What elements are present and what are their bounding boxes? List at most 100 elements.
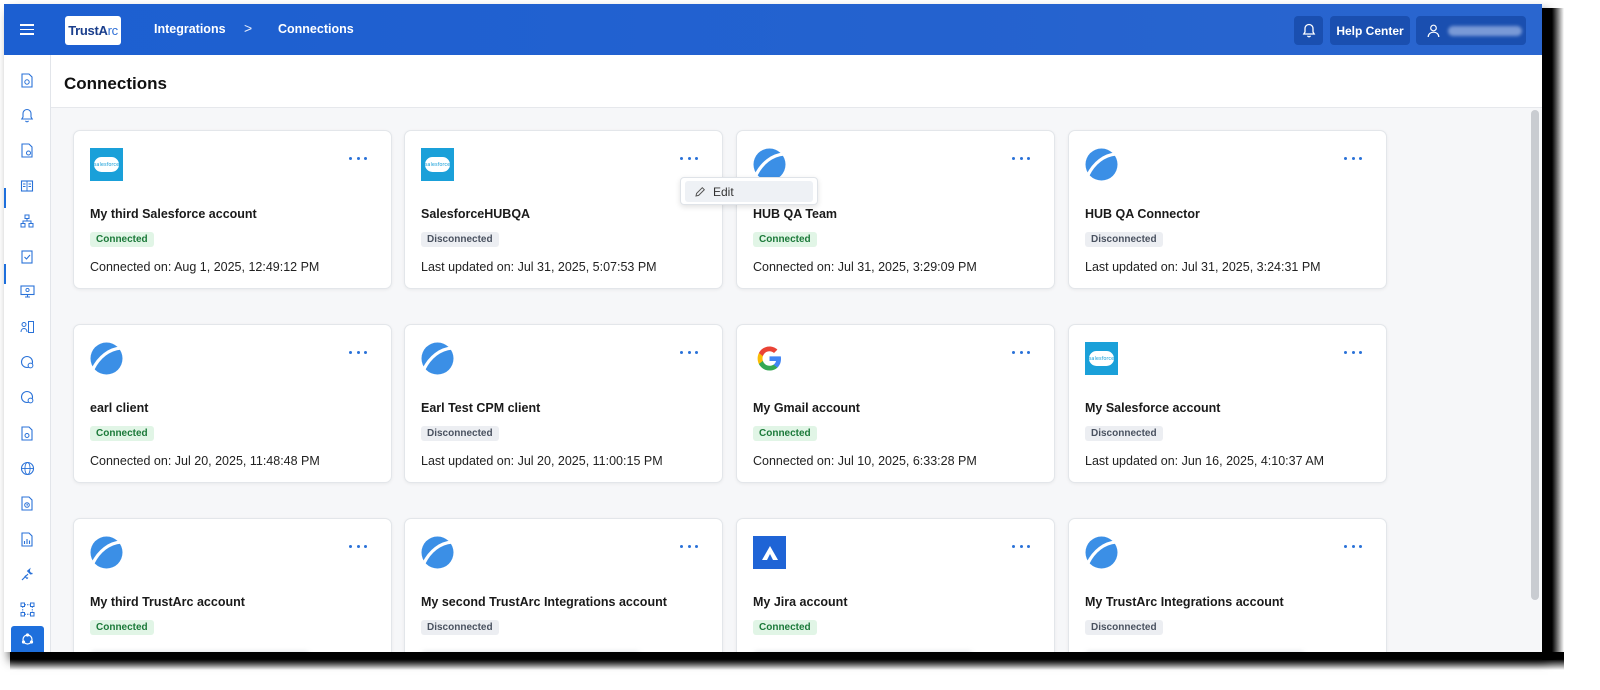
more-options-icon[interactable] xyxy=(680,541,698,551)
connection-name: HUB QA Connector xyxy=(1085,207,1200,221)
connection-name: My third TrustArc account xyxy=(90,595,245,609)
breadcrumb-separator: > xyxy=(244,20,253,36)
window-shadow xyxy=(10,652,1564,670)
more-options-icon[interactable] xyxy=(349,153,367,163)
connection-name: My Jira account xyxy=(753,595,848,609)
connection-logo xyxy=(90,536,123,569)
connection-name: Earl Test CPM client xyxy=(421,401,541,415)
connection-card[interactable]: My second TrustArc Integrations account D… xyxy=(404,518,723,652)
trustarc-logo-icon xyxy=(421,536,454,569)
status-badge: Disconnected xyxy=(1085,620,1163,635)
document-settings-icon[interactable] xyxy=(19,425,35,441)
status-badge: Disconnected xyxy=(421,232,499,247)
clipboard-check-icon[interactable] xyxy=(19,248,35,264)
connection-logo xyxy=(1085,536,1118,569)
sidebar-accent-bar xyxy=(4,188,6,208)
connection-timestamp: Last updated on: Jul 31, 2025, 3:24:31 P… xyxy=(1085,260,1321,274)
status-badge: Connected xyxy=(753,426,817,441)
connection-card[interactable]: My third TrustArc account Connected xyxy=(73,518,392,652)
more-options-icon[interactable] xyxy=(1344,347,1362,357)
connection-timestamp: Last updated on: Jul 31, 2025, 5:07:53 P… xyxy=(421,260,657,274)
document-icon[interactable] xyxy=(19,142,35,158)
more-options-icon[interactable] xyxy=(1012,541,1030,551)
trustarc-logo-icon xyxy=(421,342,454,375)
user-menu-button[interactable] xyxy=(1416,16,1526,45)
page-header: Connections xyxy=(51,55,1542,108)
connection-card[interactable]: My Gmail account Connected Connected on: J… xyxy=(736,324,1055,483)
connection-timestamp: Connected on: Jul 10, 2025, 6:33:28 PM xyxy=(753,454,977,468)
salesforce-logo-icon: salesforce xyxy=(90,148,123,181)
report-icon[interactable] xyxy=(19,72,35,88)
monitor-icon[interactable] xyxy=(19,283,35,299)
connection-card[interactable]: salesforce My Salesforce account Disconnec… xyxy=(1068,324,1387,483)
breadcrumb-integrations[interactable]: Integrations xyxy=(154,22,226,36)
chart-doc-icon[interactable] xyxy=(19,531,35,547)
connection-card[interactable]: HUB QA Connector Disconnected Last updated… xyxy=(1068,130,1387,289)
tools-icon[interactable] xyxy=(19,566,35,582)
user-icon xyxy=(1427,24,1440,37)
more-options-icon[interactable] xyxy=(1344,153,1362,163)
bell-icon[interactable] xyxy=(19,107,35,123)
globe-gear-icon[interactable] xyxy=(19,354,35,370)
person-list-icon[interactable] xyxy=(19,319,35,335)
connection-card[interactable]: My Jira account Connected xyxy=(736,518,1055,652)
help-center-button[interactable]: Help Center xyxy=(1330,16,1410,45)
connection-timestamp: Last updated on: Jun 16, 2025, 4:10:37 A… xyxy=(1085,454,1325,468)
globe-icon[interactable] xyxy=(19,460,35,476)
vertical-scrollbar[interactable] xyxy=(1531,110,1539,600)
connection-timestamp: Connected on: Jul 31, 2025, 3:29:09 PM xyxy=(753,260,977,274)
card-actions-menu: Edit xyxy=(680,177,818,205)
more-options-icon[interactable] xyxy=(1012,153,1030,163)
status-badge: Connected xyxy=(90,620,154,635)
connection-logo xyxy=(753,536,786,569)
connection-timestamp: Connected on: Aug 1, 2025, 12:49:12 PM xyxy=(90,260,320,274)
document-clock-icon[interactable] xyxy=(19,495,35,511)
google-logo-icon xyxy=(757,346,781,371)
sidebar-item-integrations[interactable] xyxy=(11,626,44,652)
trustarc-logo-icon xyxy=(90,536,123,569)
window-shadow xyxy=(1542,8,1564,660)
connection-logo xyxy=(1085,148,1118,181)
status-badge: Disconnected xyxy=(421,620,499,635)
more-options-icon[interactable] xyxy=(680,153,698,163)
network-icon[interactable] xyxy=(19,213,35,229)
salesforce-logo-icon: salesforce xyxy=(421,148,454,181)
connection-name: My second TrustArc Integrations account xyxy=(421,595,667,609)
status-badge: Connected xyxy=(90,232,154,247)
more-options-icon[interactable] xyxy=(1344,541,1362,551)
connection-card[interactable]: salesforce My third Salesforce account Con… xyxy=(73,130,392,289)
hamburger-icon xyxy=(20,24,34,35)
connection-logo xyxy=(90,342,123,375)
trustarc-logo[interactable]: TrustA rc xyxy=(65,16,121,45)
more-options-icon[interactable] xyxy=(680,347,698,357)
pencil-icon xyxy=(695,186,706,197)
jira-logo-icon xyxy=(753,536,786,569)
edit-label: Edit xyxy=(713,184,734,199)
connection-logo xyxy=(421,342,454,375)
connection-name: My Gmail account xyxy=(753,401,860,415)
notifications-button[interactable] xyxy=(1294,16,1323,45)
connection-logo: salesforce xyxy=(421,148,454,181)
connection-logo: salesforce xyxy=(1085,342,1118,375)
connection-card[interactable]: HUB QA Team Connected Connected on: Jul 31… xyxy=(736,130,1055,289)
connection-timestamp: Last updated on: Jul 20, 2025, 11:00:15 … xyxy=(421,454,663,468)
app-window: TrustA rc Integrations > Connections Help… xyxy=(4,4,1542,652)
more-options-icon[interactable] xyxy=(1012,347,1030,357)
connection-card[interactable]: salesforce SalesforceHUBQA Disconnected Las… xyxy=(404,130,723,289)
edit-menu-item[interactable]: Edit xyxy=(685,181,813,202)
menu-toggle-button[interactable] xyxy=(4,4,50,55)
connection-card[interactable]: earl client Connected Connected on: Jul 20… xyxy=(73,324,392,483)
connection-card[interactable]: My TrustArc Integrations account Disconne… xyxy=(1068,518,1387,652)
book-icon[interactable] xyxy=(19,178,35,194)
status-badge: Disconnected xyxy=(1085,426,1163,441)
more-options-icon[interactable] xyxy=(349,541,367,551)
workflow-icon[interactable] xyxy=(19,601,35,617)
connection-logo xyxy=(421,536,454,569)
connection-card[interactable]: Earl Test CPM client Disconnected Last upd… xyxy=(404,324,723,483)
more-options-icon[interactable] xyxy=(349,347,367,357)
connection-name: earl client xyxy=(90,401,149,415)
globe-gear-alt-icon[interactable] xyxy=(19,389,35,405)
connection-logo xyxy=(753,342,786,375)
bell-icon xyxy=(1302,23,1315,38)
connection-timestamp: Connected on: Jul 20, 2025, 11:48:48 PM xyxy=(90,454,320,468)
